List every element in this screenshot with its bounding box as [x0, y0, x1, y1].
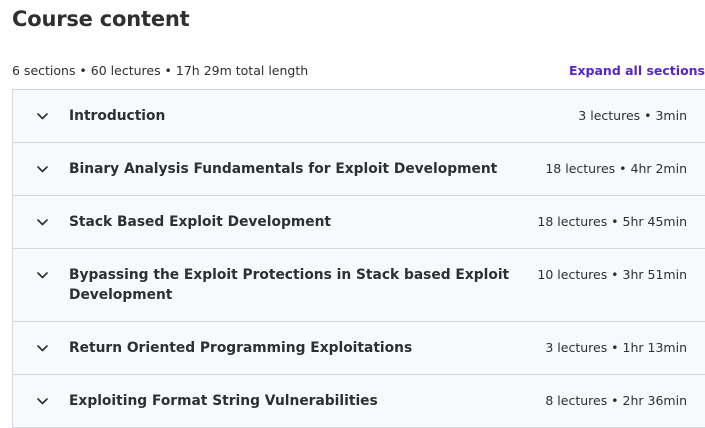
section-title: Stack Based Exploit Development [69, 214, 332, 230]
chevron-down-icon [35, 265, 49, 285]
section-info: 8 lectures • 2hr 36min [545, 393, 687, 408]
section-info: 18 lectures • 4hr 2min [545, 161, 687, 176]
chevron-down-icon [35, 391, 49, 411]
chevron-down-icon [35, 212, 49, 232]
section-info: 3 lectures • 3min [578, 108, 687, 123]
section-title: Bypassing the Exploit Protections in Sta… [69, 267, 510, 303]
page-title: Course content [12, 7, 190, 31]
section-rop[interactable]: Return Oriented Programming Exploitation… [13, 322, 705, 375]
course-meta-row: 6 sections • 60 lectures • 17h 29m total… [12, 59, 705, 81]
section-introduction[interactable]: Introduction 3 lectures • 3min [13, 90, 705, 143]
section-title: Return Oriented Programming Exploitation… [69, 340, 413, 356]
section-format-string[interactable]: Exploiting Format String Vulnerabilities… [13, 375, 705, 428]
course-summary: 6 sections • 60 lectures • 17h 29m total… [12, 62, 309, 78]
section-info: 10 lectures • 3hr 51min [537, 267, 687, 282]
course-sections-list: Introduction 3 lectures • 3min Binary An… [12, 89, 705, 428]
section-info: 18 lectures • 5hr 45min [537, 214, 687, 229]
section-info: 3 lectures • 1hr 13min [545, 340, 687, 355]
section-binary-analysis[interactable]: Binary Analysis Fundamentals for Exploit… [13, 143, 705, 196]
chevron-down-icon [35, 338, 49, 358]
section-title: Introduction [69, 108, 166, 124]
chevron-down-icon [35, 106, 49, 126]
section-stack-based[interactable]: Stack Based Exploit Development 18 lectu… [13, 196, 705, 249]
section-title: Exploiting Format String Vulnerabilities [69, 393, 378, 409]
expand-all-sections-button[interactable]: Expand all sections [569, 63, 705, 78]
section-title: Binary Analysis Fundamentals for Exploit… [69, 161, 498, 177]
chevron-down-icon [35, 159, 49, 179]
section-bypassing-protections[interactable]: Bypassing the Exploit Protections in Sta… [13, 249, 705, 322]
